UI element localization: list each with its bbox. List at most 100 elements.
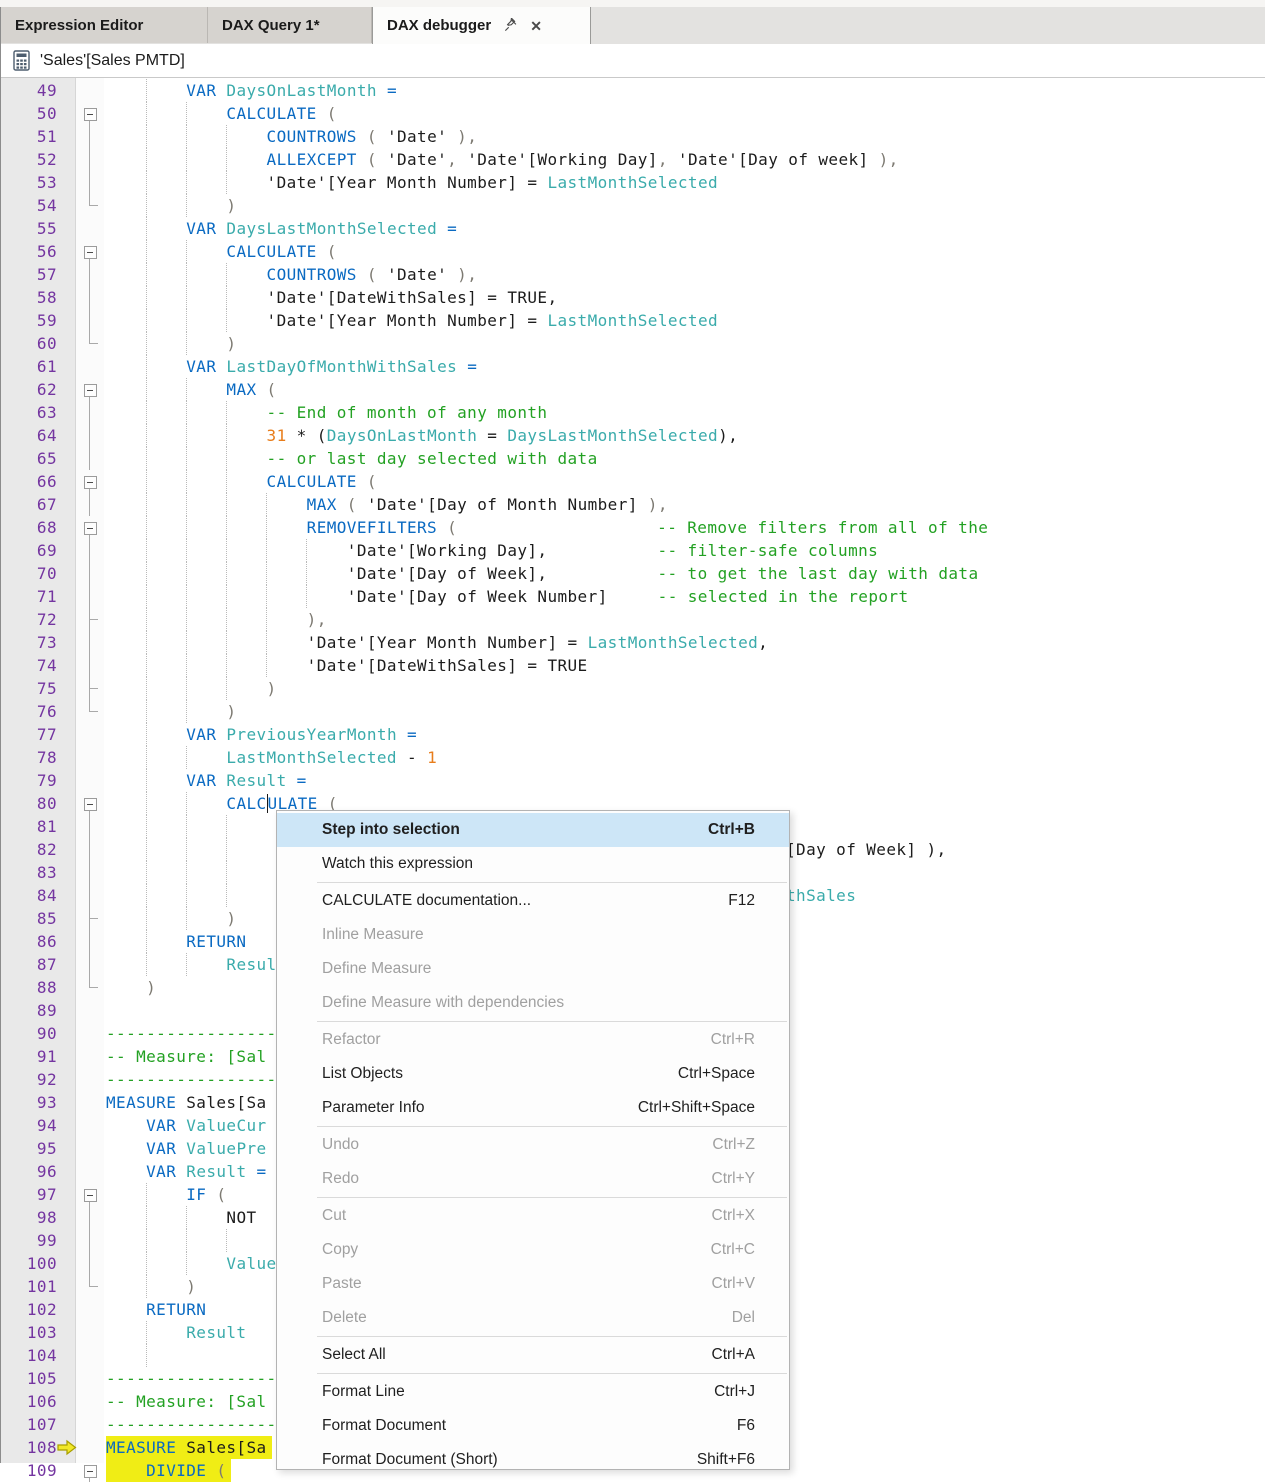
indent-guide — [186, 493, 187, 516]
code-line-69[interactable]: 69 'Date'[Working Day],-- filter-safe co… — [1, 539, 1265, 562]
menu-item-shortcut: Ctrl+Z — [712, 1136, 755, 1154]
indent-guide — [226, 171, 227, 194]
code-line-53[interactable]: 53 'Date'[Year Month Number] = LastMonth… — [1, 171, 1265, 194]
code-line-78[interactable]: 78 LastMonthSelected - 1 — [1, 746, 1265, 769]
code-line-70[interactable]: 70 'Date'[Day of Week],-- to get the las… — [1, 562, 1265, 585]
menu-item-paste: PasteCtrl+V — [277, 1267, 789, 1301]
line-number: 73 — [1, 631, 57, 654]
fold-marker — [77, 654, 104, 677]
menu-item-list-objects[interactable]: List ObjectsCtrl+Space — [277, 1057, 789, 1091]
menu-separator — [317, 1336, 787, 1337]
fold-marker — [77, 148, 104, 171]
line-number: 87 — [1, 953, 57, 976]
indent-guide — [186, 539, 187, 562]
code-line-55[interactable]: 55 VAR DaysLastMonthSelected = — [1, 217, 1265, 240]
fold-marker[interactable] — [77, 516, 104, 539]
code-line-79[interactable]: 79 VAR Result = — [1, 769, 1265, 792]
line-number: 85 — [1, 907, 57, 930]
menu-item-calculate-documentation[interactable]: CALCULATE documentation...F12 — [277, 884, 789, 918]
code-line-50[interactable]: 50 CALCULATE ( — [1, 102, 1265, 125]
fold-collapse-icon[interactable] — [84, 798, 97, 811]
menu-item-label: Cut — [322, 1207, 346, 1225]
fold-collapse-icon[interactable] — [84, 108, 97, 121]
menu-item-format-document[interactable]: Format DocumentF6 — [277, 1409, 789, 1443]
indent-guide — [186, 631, 187, 654]
indent-guide — [146, 125, 147, 148]
code-line-60[interactable]: 60 ) — [1, 332, 1265, 355]
fold-marker[interactable] — [77, 792, 104, 815]
code-line-51[interactable]: 51 COUNTROWS ( 'Date' ), — [1, 125, 1265, 148]
indent-guide — [146, 585, 147, 608]
indent-guide — [146, 769, 147, 792]
tab-dax-query-1[interactable]: DAX Query 1* — [208, 7, 372, 43]
indent-guide — [146, 953, 147, 976]
code-line-73[interactable]: 73 'Date'[Year Month Number] = LastMonth… — [1, 631, 1265, 654]
window-top-strip — [0, 0, 1265, 7]
tab-expression-editor[interactable]: Expression Editor — [1, 7, 208, 43]
code-line-67[interactable]: 67 MAX ( 'Date'[Day of Month Number] ), — [1, 493, 1265, 516]
code-line-59[interactable]: 59 'Date'[Year Month Number] = LastMonth… — [1, 309, 1265, 332]
menu-item-format-document-short[interactable]: Format Document (Short)Shift+F6 — [277, 1443, 789, 1477]
menu-item-parameter-info[interactable]: Parameter InfoCtrl+Shift+Space — [277, 1091, 789, 1125]
menu-item-shortcut: Shift+F6 — [697, 1451, 755, 1469]
tab-dax-debugger[interactable]: DAX debugger✕ — [372, 7, 591, 44]
indent-guide — [186, 470, 187, 493]
code-line-71[interactable]: 71 'Date'[Day of Week Number]-- selected… — [1, 585, 1265, 608]
menu-item-watch-this-expression[interactable]: Watch this expression — [277, 847, 789, 881]
menu-item-label: Step into selection — [322, 821, 460, 839]
menu-item-format-line[interactable]: Format LineCtrl+J — [277, 1375, 789, 1409]
line-number: 99 — [1, 1229, 57, 1252]
code-line-54[interactable]: 54 ) — [1, 194, 1265, 217]
indent-guide — [146, 1344, 147, 1367]
code-line-72[interactable]: 72 ), — [1, 608, 1265, 631]
fold-collapse-icon[interactable] — [84, 1465, 97, 1478]
menu-item-label: CALCULATE documentation... — [322, 892, 531, 910]
code-line-58[interactable]: 58 'Date'[DateWithSales] = TRUE, — [1, 286, 1265, 309]
code-line-56[interactable]: 56 CALCULATE ( — [1, 240, 1265, 263]
fold-collapse-icon[interactable] — [84, 522, 97, 535]
indent-guide — [266, 608, 267, 631]
indent-guide — [226, 861, 227, 884]
fold-marker — [77, 332, 104, 355]
fold-collapse-icon[interactable] — [84, 384, 97, 397]
menu-item-shortcut: Ctrl+Space — [678, 1065, 755, 1083]
code-line-62[interactable]: 62 MAX ( — [1, 378, 1265, 401]
code-line-76[interactable]: 76 ) — [1, 700, 1265, 723]
indent-guide — [306, 539, 307, 562]
indent-guide — [226, 608, 227, 631]
fold-marker — [77, 1252, 104, 1275]
indent-guide — [146, 516, 147, 539]
fold-marker[interactable] — [77, 470, 104, 493]
code-line-68[interactable]: 68 REMOVEFILTERS (-- Remove filters from… — [1, 516, 1265, 539]
code-line-63[interactable]: 63 -- End of month of any month — [1, 401, 1265, 424]
indent-guide — [186, 516, 187, 539]
menu-item-step-into-selection[interactable]: Step into selectionCtrl+B — [277, 813, 789, 847]
code-line-57[interactable]: 57 COUNTROWS ( 'Date' ), — [1, 263, 1265, 286]
fold-marker[interactable] — [77, 102, 104, 125]
indent-guide — [226, 401, 227, 424]
code-line-49[interactable]: 49 VAR DaysOnLastMonth = — [1, 79, 1265, 102]
fold-marker[interactable] — [77, 1183, 104, 1206]
code-line-52[interactable]: 52 ALLEXCEPT ( 'Date', 'Date'[Working Da… — [1, 148, 1265, 171]
code-line-66[interactable]: 66 CALCULATE ( — [1, 470, 1265, 493]
fold-marker[interactable] — [77, 240, 104, 263]
code-line-61[interactable]: 61 VAR LastDayOfMonthWithSales = — [1, 355, 1265, 378]
fold-marker[interactable] — [77, 1459, 104, 1482]
fold-marker — [77, 1275, 104, 1298]
menu-item-select-all[interactable]: Select AllCtrl+A — [277, 1338, 789, 1372]
code-line-77[interactable]: 77 VAR PreviousYearMonth = — [1, 723, 1265, 746]
indent-guide — [186, 1229, 187, 1252]
code-line-74[interactable]: 74 'Date'[DateWithSales] = TRUE — [1, 654, 1265, 677]
indent-guide — [146, 1183, 147, 1206]
close-icon[interactable]: ✕ — [530, 19, 542, 33]
fold-marker[interactable] — [77, 378, 104, 401]
fold-collapse-icon[interactable] — [84, 1189, 97, 1202]
line-number: 100 — [1, 1252, 57, 1275]
tab-bar: Expression EditorDAX Query 1*DAX debugge… — [1, 7, 1265, 44]
code-line-64[interactable]: 64 31 * (DaysOnLastMonth = DaysLastMonth… — [1, 424, 1265, 447]
code-line-75[interactable]: 75 ) — [1, 677, 1265, 700]
fold-collapse-icon[interactable] — [84, 246, 97, 259]
pin-icon[interactable] — [503, 18, 518, 33]
code-line-65[interactable]: 65 -- or last day selected with data — [1, 447, 1265, 470]
fold-collapse-icon[interactable] — [84, 476, 97, 489]
